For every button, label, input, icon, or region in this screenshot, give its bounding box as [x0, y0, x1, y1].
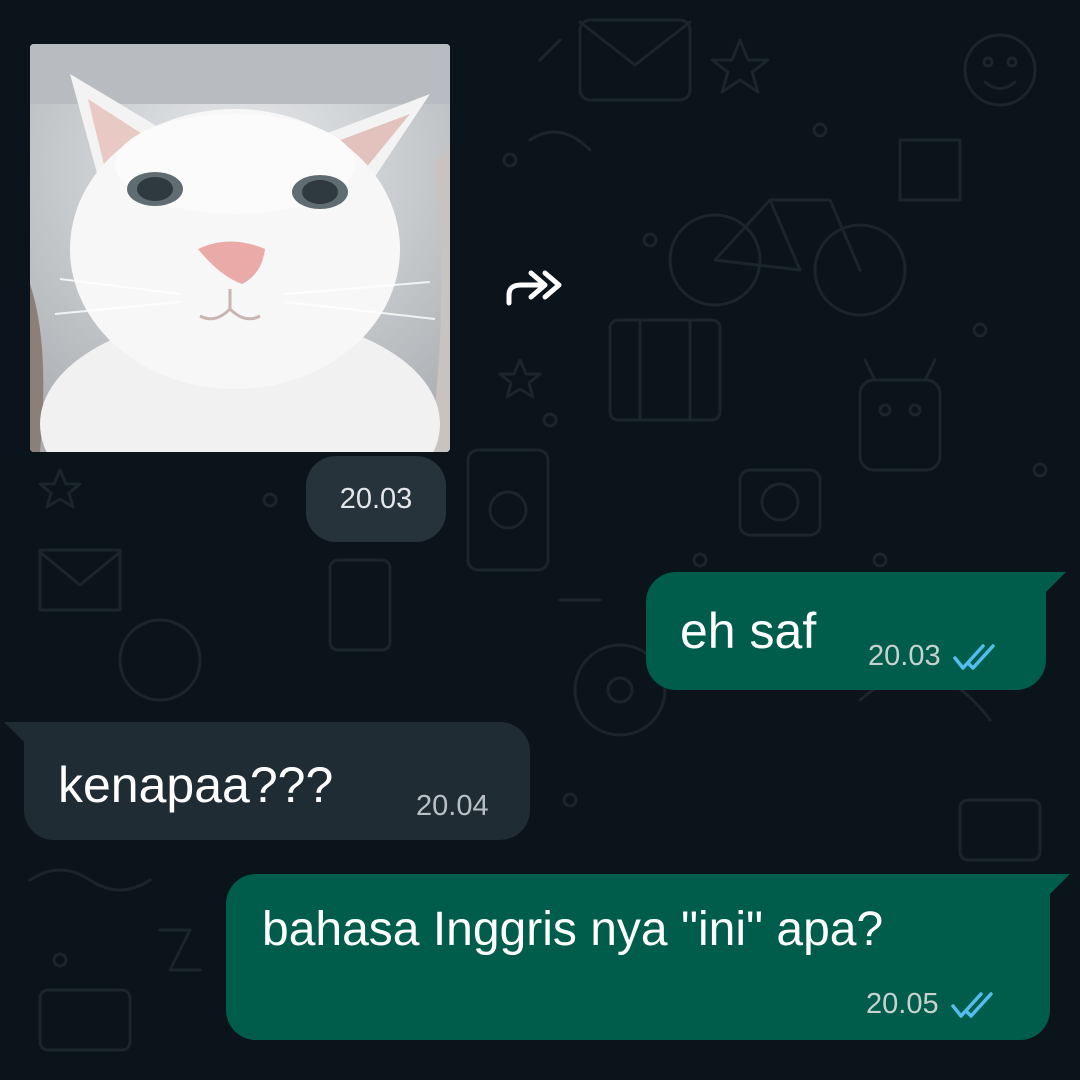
- message-meta: 20.03: [868, 640, 999, 673]
- bubble-tail: [4, 722, 26, 744]
- message-meta: 20.04: [416, 790, 489, 823]
- outgoing-message[interactable]: eh saf 20.03: [646, 572, 1066, 690]
- outgoing-message[interactable]: bahasa Inggris nya "ini" apa? 20.05: [226, 874, 1070, 1040]
- bubble-tail: [1048, 874, 1070, 896]
- message-text: bahasa Inggris nya "ini" apa?: [262, 903, 884, 956]
- message-text: eh saf: [680, 603, 817, 659]
- double-check-read-icon: [949, 990, 997, 1020]
- message-time: 20.03: [868, 640, 941, 672]
- double-check-read-icon: [951, 642, 999, 672]
- forward-button[interactable]: [496, 262, 572, 312]
- message-meta: 20.05: [866, 988, 997, 1021]
- incoming-message[interactable]: kenapaa??? 20.04: [4, 722, 530, 840]
- image-timestamp: 20.03: [306, 456, 446, 542]
- cat-photo-message[interactable]: [30, 44, 450, 452]
- cat-photo: [30, 44, 450, 452]
- image-time: 20.03: [339, 482, 413, 515]
- forward-double-arrow-icon: [506, 270, 562, 306]
- message-time: 20.04: [416, 790, 489, 822]
- bubble-tail: [1044, 572, 1066, 594]
- message-text: kenapaa???: [58, 757, 334, 813]
- message-time: 20.05: [866, 988, 939, 1020]
